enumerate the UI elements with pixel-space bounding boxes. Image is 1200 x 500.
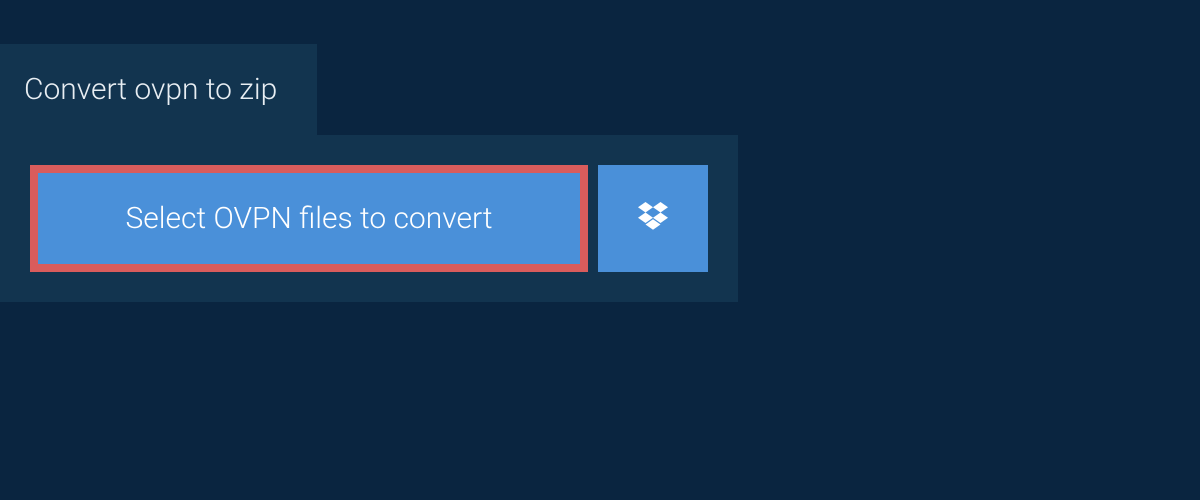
select-files-label: Select OVPN files to convert bbox=[126, 201, 493, 236]
select-files-button[interactable]: Select OVPN files to convert bbox=[30, 165, 588, 272]
dropbox-icon bbox=[635, 199, 671, 239]
page-title-tab: Convert ovpn to zip bbox=[0, 44, 317, 135]
upload-panel: Select OVPN files to convert bbox=[0, 135, 738, 302]
dropbox-button[interactable] bbox=[598, 165, 708, 272]
page-title: Convert ovpn to zip bbox=[24, 72, 277, 107]
